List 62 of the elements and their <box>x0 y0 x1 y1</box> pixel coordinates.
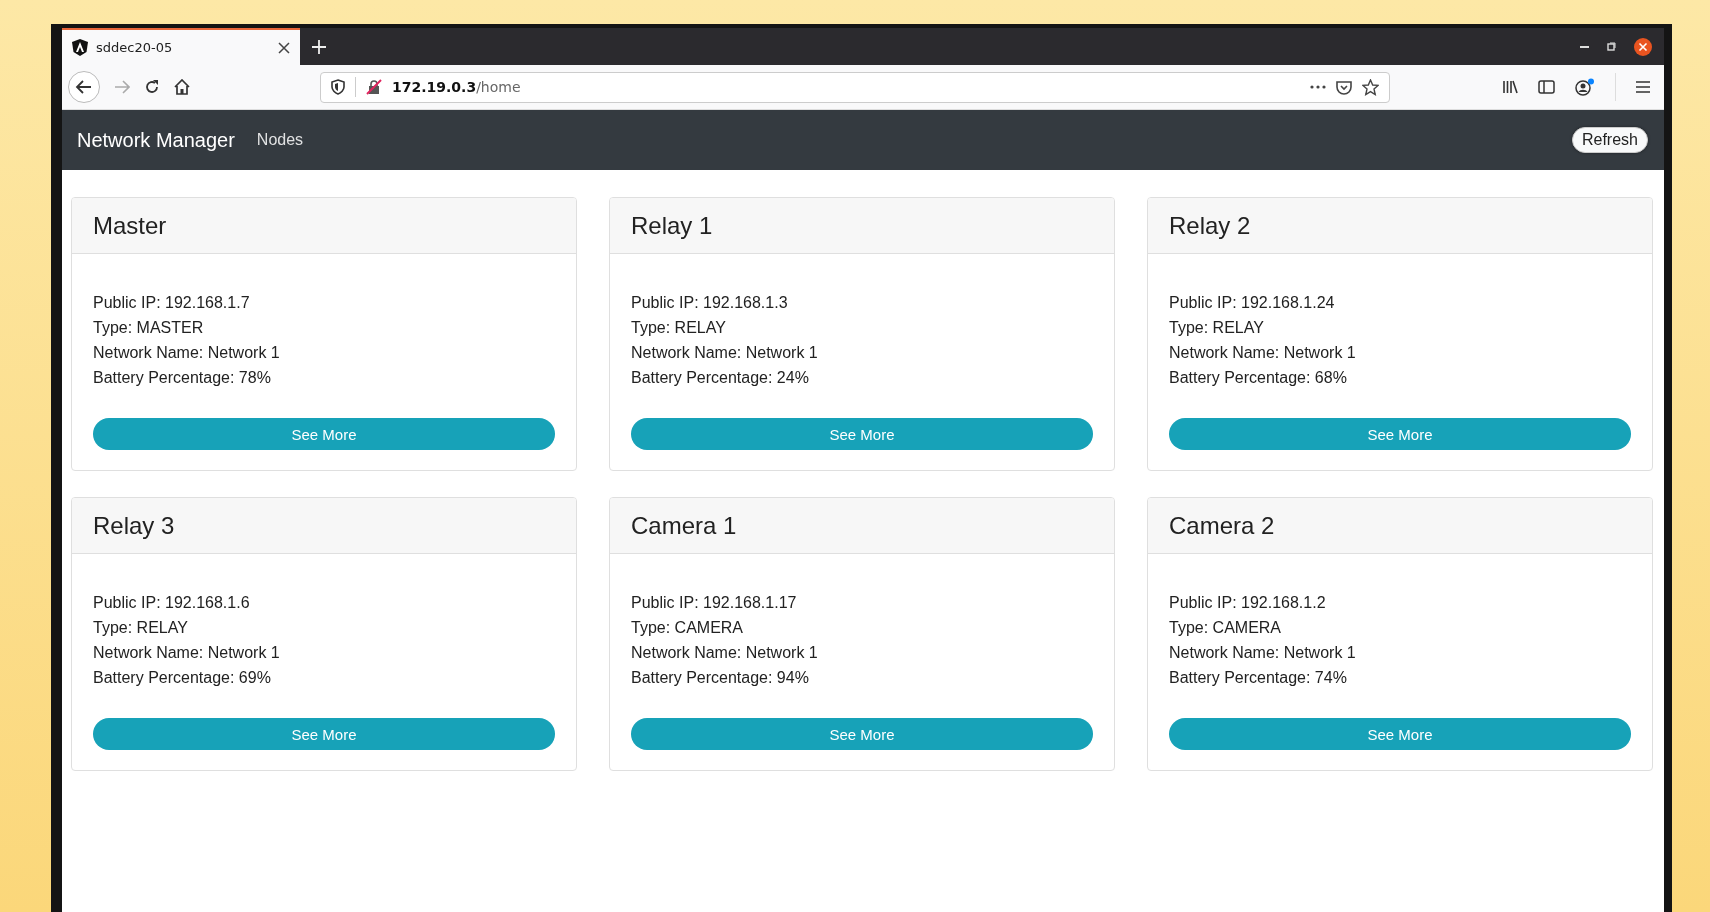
home-icon[interactable] <box>174 79 190 95</box>
card-title: Camera 2 <box>1169 511 1275 540</box>
address-bar[interactable]: 172.19.0.3/home <box>320 71 1390 103</box>
menu-icon[interactable] <box>1636 81 1650 93</box>
node-detail: Type: MASTER <box>93 318 205 338</box>
node-detail: Battery Percentage: 24% <box>631 368 810 388</box>
insecure-lock-icon[interactable] <box>366 79 382 95</box>
see-more-button[interactable]: See More <box>93 418 555 450</box>
restore-icon[interactable] <box>1607 42 1616 51</box>
back-button[interactable] <box>68 71 100 103</box>
node-detail: Public IP: 192.168.1.3 <box>631 293 789 313</box>
see-more-button[interactable]: See More <box>1169 418 1631 450</box>
node-detail: Type: CAMERA <box>631 618 745 638</box>
node-detail: Battery Percentage: 74% <box>1169 668 1348 688</box>
node-detail: Network Name: Network 1 <box>631 343 819 363</box>
node-detail: Public IP: 192.168.1.17 <box>631 593 798 613</box>
url-path: /home <box>476 79 521 95</box>
card-title: Master <box>93 211 167 240</box>
browser-tab[interactable]: sddec20-05 <box>62 28 300 65</box>
shield-icon[interactable] <box>331 79 345 95</box>
card-title: Relay 3 <box>93 511 175 540</box>
node-detail: Network Name: Network 1 <box>93 343 281 363</box>
see-more-button[interactable]: See More <box>93 718 555 750</box>
node-detail: Battery Percentage: 68% <box>1169 368 1348 388</box>
pocket-icon[interactable] <box>1336 79 1352 95</box>
node-detail: Type: RELAY <box>631 318 727 338</box>
node-detail: Public IP: 192.168.1.2 <box>1169 593 1327 613</box>
card-title: Relay 1 <box>631 211 713 240</box>
see-more-button[interactable]: See More <box>631 418 1093 450</box>
node-detail: Type: RELAY <box>93 618 189 638</box>
close-icon[interactable] <box>1634 37 1652 56</box>
node-detail: Network Name: Network 1 <box>1169 343 1357 363</box>
node-detail: Public IP: 192.168.1.24 <box>1169 293 1336 313</box>
node-detail: Type: RELAY <box>1169 318 1265 338</box>
node-detail: Network Name: Network 1 <box>1169 643 1357 663</box>
star-icon[interactable] <box>1362 78 1379 96</box>
more-icon[interactable] <box>1310 85 1326 89</box>
refresh-button[interactable]: Refresh <box>1571 127 1648 153</box>
node-detail: Battery Percentage: 69% <box>93 668 272 688</box>
sidebar-icon[interactable] <box>1538 80 1555 94</box>
node-detail: Battery Percentage: 94% <box>631 668 810 688</box>
account-icon[interactable] <box>1575 78 1595 96</box>
tab-title: sddec20-05 <box>96 40 174 55</box>
brand-title[interactable]: Network Manager <box>77 128 235 152</box>
plus-icon[interactable] <box>312 39 326 54</box>
card-title: Relay 2 <box>1169 211 1251 240</box>
minimize-icon[interactable] <box>1580 45 1589 48</box>
node-detail: Network Name: Network 1 <box>93 643 281 663</box>
nav-link[interactable]: Nodes <box>256 131 304 149</box>
reload-icon[interactable] <box>144 79 160 95</box>
node-detail: Public IP: 192.168.1.7 <box>93 293 251 313</box>
close-icon[interactable] <box>278 41 290 54</box>
shield-logo-icon <box>72 39 88 56</box>
node-detail: Type: CAMERA <box>1169 618 1283 638</box>
card-title: Camera 1 <box>631 511 737 540</box>
library-icon[interactable] <box>1502 80 1518 94</box>
see-more-button[interactable]: See More <box>1169 718 1631 750</box>
see-more-button[interactable]: See More <box>631 718 1093 750</box>
url-host: 172.19.0.3 <box>392 79 477 95</box>
node-detail: Battery Percentage: 78% <box>93 368 272 388</box>
node-detail: Network Name: Network 1 <box>631 643 819 663</box>
node-detail: Public IP: 192.168.1.6 <box>93 593 251 613</box>
